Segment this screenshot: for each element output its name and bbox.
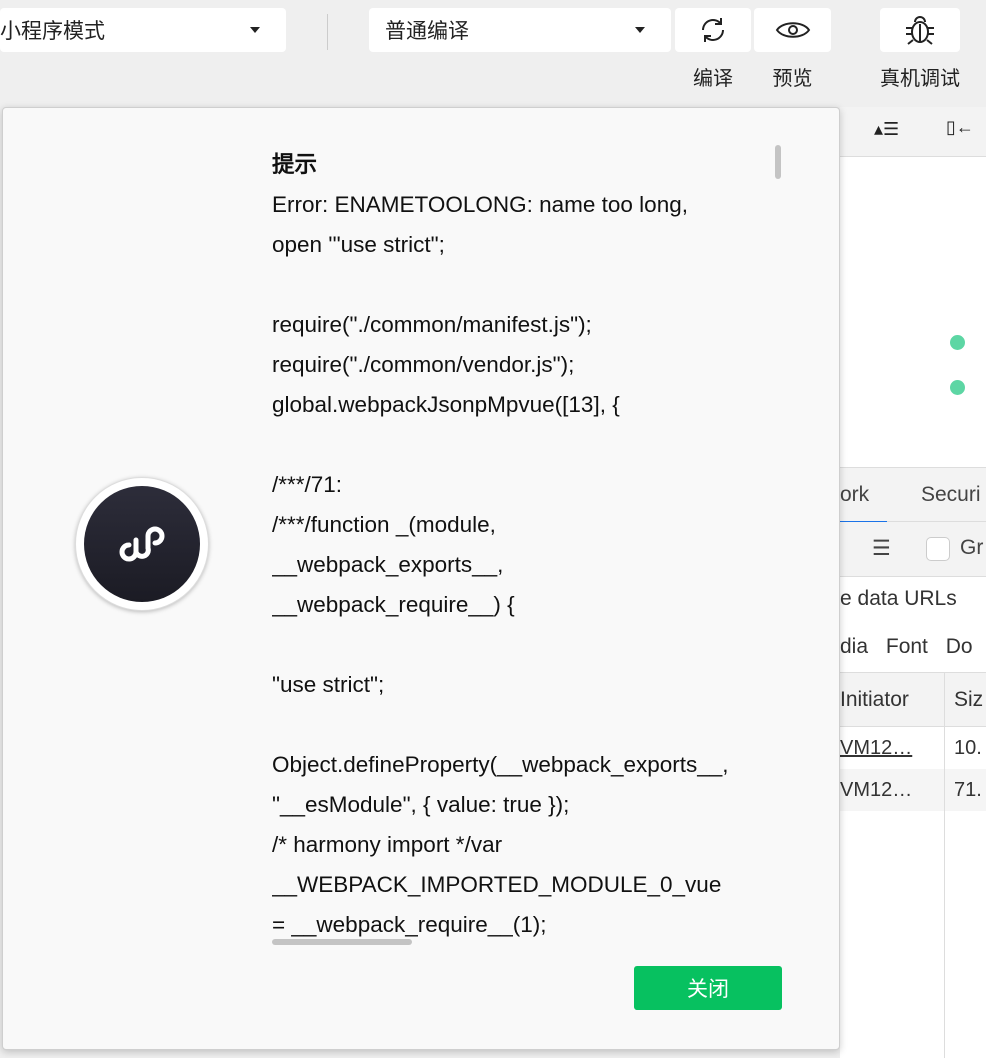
row-size: 10. (954, 737, 982, 759)
compile-label: 编译 (693, 68, 733, 90)
mode-select[interactable]: 小程序模式 (0, 8, 286, 52)
hide-data-urls[interactable]: e data URLs (840, 587, 957, 611)
dialog-title: 提示 (272, 152, 318, 177)
message-line (272, 705, 778, 745)
table-row[interactable]: VM12… 71. (840, 769, 986, 811)
filter-media[interactable]: dia (840, 635, 868, 658)
filter-doc[interactable]: Do (946, 635, 973, 658)
refresh-icon (702, 18, 724, 42)
message-line (272, 425, 778, 465)
message-line: Error: ENAMETOOLONG: name too long, (272, 192, 688, 217)
align-icon[interactable]: ▴☰ (874, 119, 899, 140)
message-line: require("./common/manifest.js"); (272, 312, 592, 337)
remote-debug-button[interactable] (880, 8, 960, 52)
row-size: 71. (954, 779, 982, 801)
table-row[interactable]: VM12… 10. (840, 727, 986, 769)
preview-label: 预览 (772, 68, 813, 90)
compile-select[interactable]: 普通编译 (369, 8, 671, 52)
message-line (272, 625, 778, 665)
message-line: /* harmony import */var (272, 832, 503, 857)
message-line: open '"use strict"; (272, 232, 445, 257)
miniprogram-logo (75, 477, 209, 611)
row-initiator[interactable]: VM12… (840, 737, 912, 760)
compile-button[interactable] (675, 8, 751, 52)
column-size[interactable]: Siz (954, 688, 983, 712)
horizontal-scrollbar[interactable] (272, 939, 412, 945)
status-dot (950, 380, 965, 395)
tab-security[interactable]: Securi (921, 483, 981, 507)
bug-icon (906, 16, 934, 45)
mode-select-value: 小程序模式 (0, 20, 105, 43)
devtools-toolbar: ▴☰ ▯← (840, 107, 986, 157)
toolbar-divider (327, 14, 328, 50)
message-line: = __webpack_require__(1); (272, 912, 547, 937)
miniprogram-logo-icon (119, 526, 165, 562)
column-divider (944, 673, 945, 728)
message-line: __WEBPACK_IMPORTED_MODULE_0_vue (272, 872, 722, 897)
remote-debug-label: 真机调试 (880, 68, 960, 90)
waterfall-icon[interactable]: ☰ (872, 536, 891, 561)
chevron-down-icon (635, 27, 645, 33)
collapse-panel-icon[interactable]: ▯← (946, 117, 974, 138)
status-dot (950, 335, 965, 350)
message-line: /***/71: (272, 472, 343, 497)
devtools-panel: ▴☰ ▯← ork Securi ☰ Gr e data URLs dia Fo… (840, 107, 986, 1058)
column-divider (944, 727, 945, 1058)
preview-button[interactable] (754, 8, 831, 52)
message-line: "use strict"; (272, 672, 385, 697)
message-line: /***/function _(module, (272, 512, 496, 537)
vertical-scrollbar[interactable] (775, 145, 781, 179)
group-checkbox[interactable] (926, 537, 950, 561)
filter-font[interactable]: Font (886, 635, 928, 658)
message-line (272, 265, 778, 305)
chevron-down-icon (250, 27, 260, 33)
eye-icon (775, 22, 810, 38)
message-line: require("./common/vendor.js"); (272, 352, 575, 377)
compile-select-value: 普通编译 (385, 20, 469, 43)
message-line: Object.defineProperty(__webpack_exports_… (272, 752, 729, 777)
group-label: Gr (960, 536, 984, 559)
message-line: __webpack_require__) { (272, 592, 515, 617)
close-button[interactable]: 关闭 (634, 966, 782, 1010)
error-message: 提示 Error: ENAMETOOLONG: name too long, op… (272, 145, 778, 942)
row-initiator[interactable]: VM12… (840, 779, 912, 802)
message-line: global.webpackJsonpMpvue([13], { (272, 392, 620, 417)
message-line: __webpack_exports__, (272, 552, 504, 577)
column-initiator[interactable]: Initiator (840, 688, 909, 712)
tab-network[interactable]: ork (840, 483, 888, 524)
message-line: "__esModule", { value: true }); (272, 792, 570, 817)
